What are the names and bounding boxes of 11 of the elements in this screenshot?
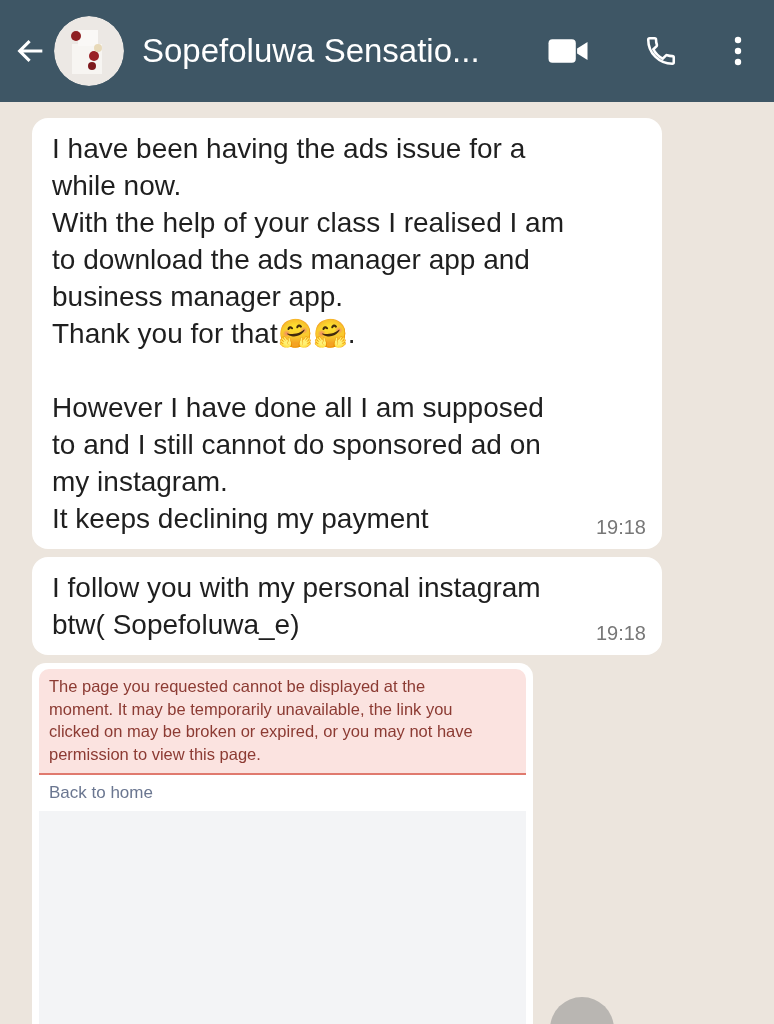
phone-icon[interactable] bbox=[644, 34, 678, 68]
message-text: I follow you with my personal instagram btw( Sopefoluwa_e) bbox=[52, 571, 542, 642]
error-message: The page you requested cannot be displayed at the moment. It may be temporarily unavailable, the link you clicked on may be broken or expired, or you may not have permission to view this page. bbox=[49, 676, 474, 765]
message-time: 19:18 bbox=[595, 622, 646, 645]
avatar[interactable] bbox=[54, 16, 124, 86]
contact-name[interactable]: Sopefoluwa Sensatio... bbox=[142, 32, 492, 70]
back-to-home-link[interactable]: Back to home bbox=[39, 775, 163, 811]
more-options-icon[interactable] bbox=[734, 36, 742, 66]
message-time: 19:18 bbox=[595, 516, 646, 539]
video-call-icon[interactable] bbox=[548, 38, 588, 64]
message-text: I have been having the ads issue for a while now. With the help of your class I realised I am to download the ads manager app and business manager app. Thank you for that🤗🤗. However I have done all I am supposed to and I still cannot do sponsored ad on my instagram. It keeps declining my payment bbox=[52, 132, 565, 536]
